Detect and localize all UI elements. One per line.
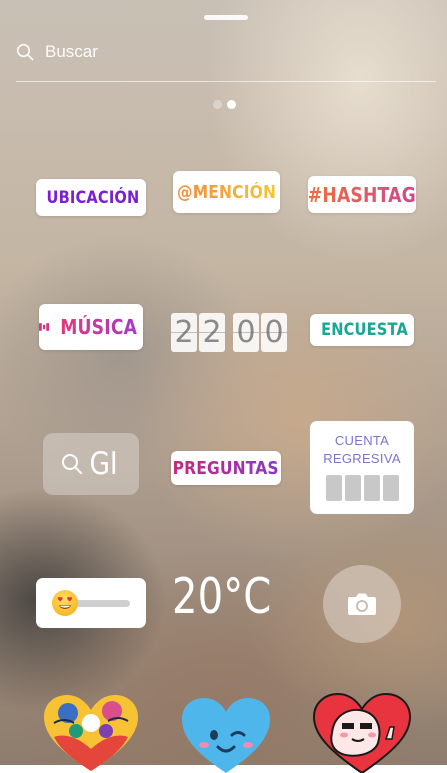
search-icon bbox=[16, 43, 34, 61]
countdown-box bbox=[382, 475, 399, 501]
winking-blue-heart-sticker[interactable] bbox=[180, 697, 272, 773]
emoji-slider-sticker[interactable] bbox=[36, 578, 146, 628]
poll-sticker-label: ENCUESTA bbox=[321, 320, 408, 340]
decorated-heart-sticker[interactable] bbox=[42, 693, 140, 773]
countdown-line-1: CUENTA bbox=[334, 433, 390, 448]
camera-sticker[interactable] bbox=[323, 565, 401, 643]
location-sticker-label: UBICACIÓN bbox=[46, 187, 139, 208]
countdown-line-2: REGRESIVA bbox=[323, 451, 401, 466]
clock-digit: 0 bbox=[261, 313, 287, 352]
character-heart-sticker[interactable] bbox=[312, 693, 412, 773]
music-bars-icon bbox=[39, 323, 50, 331]
poll-sticker[interactable]: ENCUESTA bbox=[310, 314, 414, 346]
camera-icon bbox=[348, 593, 376, 615]
gif-sticker[interactable]: GI bbox=[43, 433, 139, 495]
blurred-background bbox=[0, 0, 447, 765]
search-divider bbox=[16, 81, 436, 82]
search-input[interactable] bbox=[45, 42, 425, 62]
countdown-box bbox=[344, 475, 361, 501]
music-sticker[interactable]: MÚSICA bbox=[39, 304, 143, 350]
questions-sticker-label: PREGUNTAS bbox=[172, 457, 280, 479]
clock-sticker[interactable]: 2 2 0 0 bbox=[171, 313, 287, 352]
clock-digit: 2 bbox=[199, 313, 225, 352]
music-sticker-label: MÚSICA bbox=[59, 315, 137, 339]
clock-digit: 2 bbox=[171, 313, 197, 352]
countdown-boxes bbox=[325, 475, 399, 501]
search-icon bbox=[62, 454, 83, 474]
page-dot-1 bbox=[213, 100, 222, 109]
page-dot-2 bbox=[227, 100, 236, 109]
countdown-sticker-label: CUENTA REGRESIVA bbox=[323, 432, 401, 468]
gif-sticker-label: GI bbox=[89, 446, 119, 482]
countdown-box bbox=[363, 475, 380, 501]
hashtag-sticker-label: #HASHTAG bbox=[307, 182, 417, 207]
hashtag-sticker[interactable]: #HASHTAG bbox=[308, 176, 416, 213]
mention-sticker-label: @MENCIÓN bbox=[176, 181, 277, 203]
location-sticker[interactable]: UBICACIÓN bbox=[36, 179, 146, 216]
temperature-sticker[interactable]: 20°C bbox=[172, 568, 271, 625]
page-indicator bbox=[213, 100, 236, 109]
questions-sticker[interactable]: PREGUNTAS bbox=[171, 451, 281, 485]
countdown-sticker[interactable]: CUENTA REGRESIVA bbox=[310, 421, 414, 514]
countdown-box bbox=[325, 475, 342, 501]
search-bar[interactable] bbox=[16, 36, 436, 68]
clock-digit: 0 bbox=[233, 313, 259, 352]
mention-sticker[interactable]: @MENCIÓN bbox=[173, 171, 280, 213]
heart-eyes-emoji-icon bbox=[52, 590, 78, 616]
drag-handle[interactable] bbox=[204, 15, 248, 20]
